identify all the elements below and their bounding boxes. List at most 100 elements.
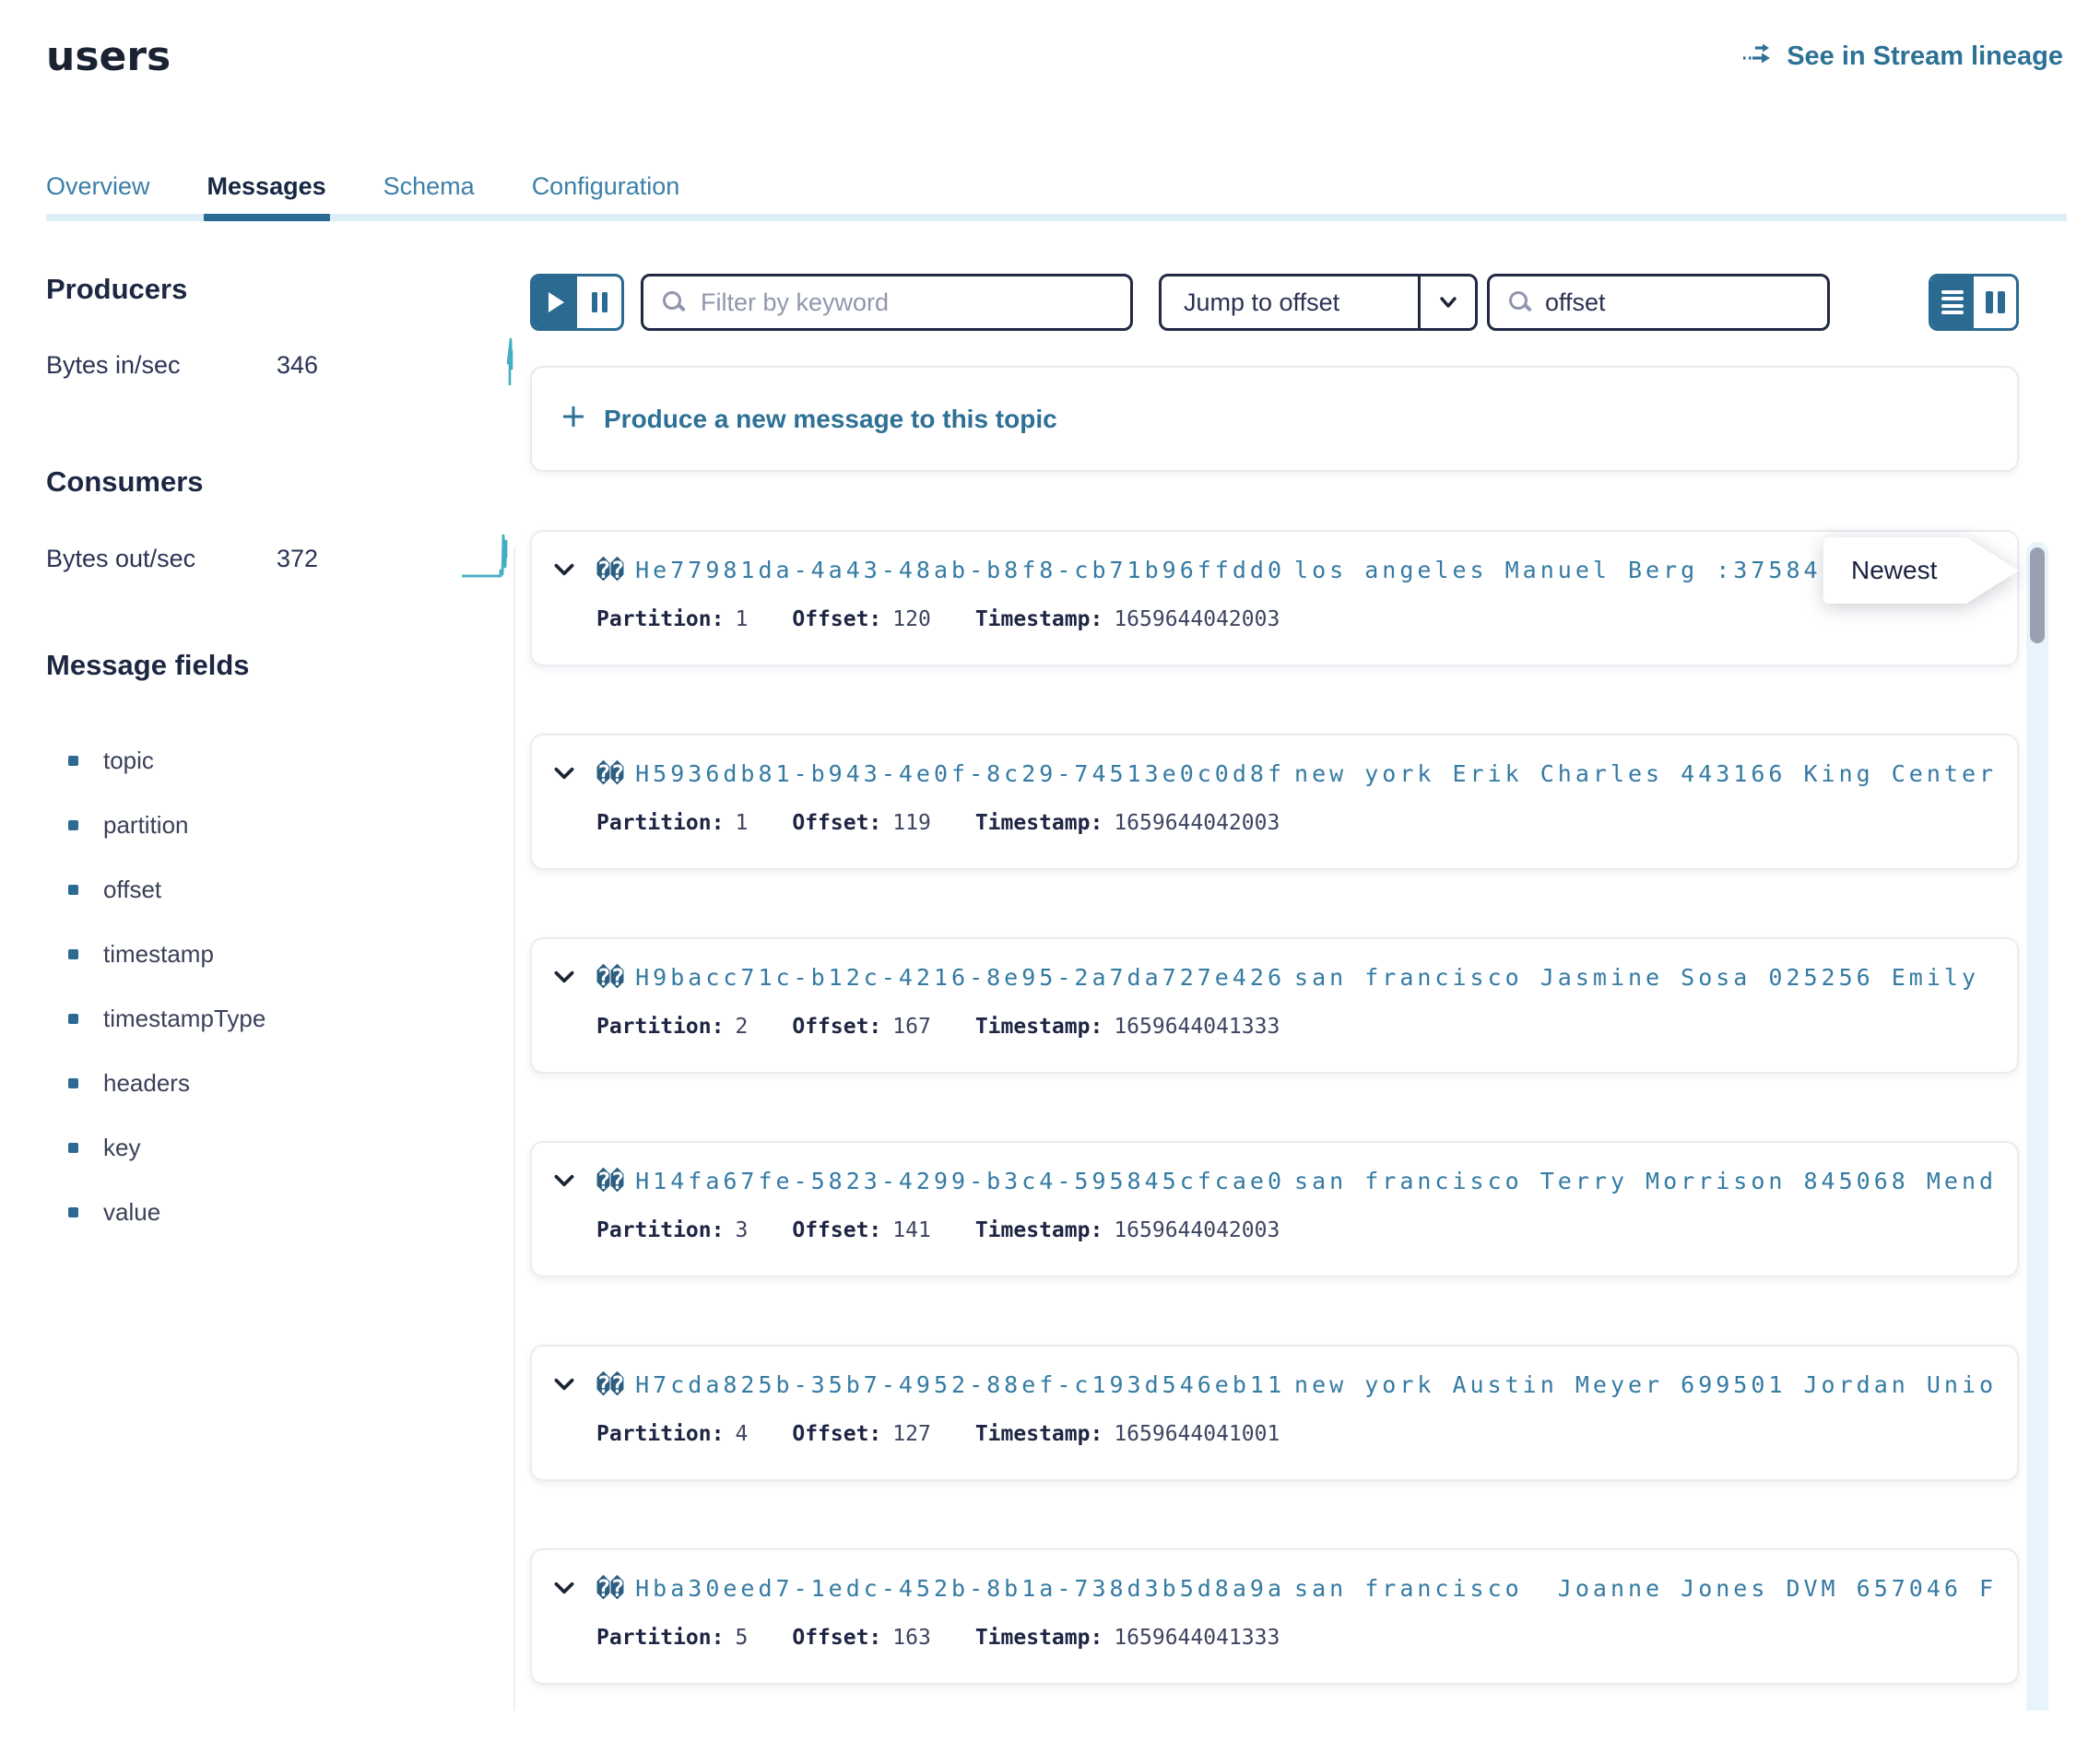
bytes-in-value: 346 — [277, 351, 318, 380]
timestamp-value: 1659644041001 — [1114, 1422, 1280, 1446]
message-row[interactable]: �� H14fa67fe-5823-4299-b3c4-595845cfcae0… — [530, 1141, 2019, 1277]
list-view-icon — [1941, 290, 1964, 315]
message-row[interactable]: �� H5936db81-b943-4e0f-8c29-74513e0c0d8f… — [530, 734, 2019, 870]
partition-value: 4 — [735, 1422, 748, 1446]
bytes-in-sparkline — [501, 337, 521, 394]
message-row[interactable]: �� Hba30eed7-1edc-452b-8b1a-738d3b5d8a9a… — [530, 1548, 2019, 1685]
message-summary: san francisco Jasmine Sosa 025256 Emily … — [1294, 964, 1995, 991]
bytes-out-label: Bytes out/sec — [46, 545, 277, 573]
list-view-button[interactable] — [1931, 276, 1974, 328]
field-item-topic[interactable]: topic — [46, 728, 521, 793]
bullet-icon — [68, 820, 78, 830]
offset-value: 163 — [892, 1626, 931, 1650]
chevron-down-icon[interactable] — [550, 964, 578, 990]
message-meta: Partition:1 Offset:119 Timestamp:1659644… — [596, 811, 1995, 835]
field-item-partition[interactable]: partition — [46, 793, 521, 857]
messages-toolbar: Jump to offset — [530, 274, 2019, 331]
chevron-down-icon[interactable] — [550, 1575, 578, 1601]
timestamp-value: 1659644041333 — [1114, 1015, 1280, 1039]
message-row[interactable]: �� H9bacc71c-b12c-4216-8e95-2a7da727e426… — [530, 937, 2019, 1074]
newest-tooltip: Newest — [1823, 537, 2019, 604]
message-list: �� He77981da-4a43-48ab-b8f8-cb71b96ffdd0… — [530, 530, 2019, 1685]
unknown-glyph: �� — [596, 557, 624, 583]
bullet-icon — [68, 885, 78, 895]
timestamp-value: 1659644042003 — [1114, 811, 1280, 835]
timestamp-value: 1659644041333 — [1114, 1626, 1280, 1650]
message-key: H9bacc71c-b12c-4216-8e95-2a7da727e426 — [635, 964, 1285, 991]
message-key: H7cda825b-35b7-4952-88ef-c193d546eb11 — [635, 1371, 1285, 1398]
message-key: He77981da-4a43-48ab-b8f8-cb71b96ffdd0 — [635, 557, 1285, 583]
bullet-icon — [68, 1078, 78, 1088]
search-icon — [1508, 290, 1532, 314]
unknown-glyph: �� — [596, 1168, 624, 1194]
field-item-timestamp[interactable]: timestamp — [46, 922, 521, 986]
stream-lineage-link[interactable]: See in Stream lineage — [1742, 41, 2063, 73]
play-icon — [549, 292, 564, 312]
chevron-down-icon[interactable] — [550, 1371, 578, 1397]
field-item-key[interactable]: key — [46, 1115, 521, 1180]
bullet-icon — [68, 1014, 78, 1024]
tab-overview[interactable]: Overview — [46, 172, 150, 201]
metrics-sidebar: Producers Bytes in/sec 346 Consumers Byt… — [0, 221, 530, 1244]
view-toggle-group — [1929, 274, 2019, 331]
tab-messages[interactable]: Messages — [207, 172, 326, 201]
bytes-in-label: Bytes in/sec — [46, 351, 277, 380]
jump-to-offset-value: Jump to offset — [1162, 288, 1418, 317]
topic-tabs: Overview Messages Schema Configuration — [46, 172, 2067, 221]
partition-value: 1 — [735, 811, 748, 835]
jump-to-offset-select[interactable]: Jump to offset — [1159, 274, 1478, 331]
timestamp-value: 1659644042003 — [1114, 607, 1280, 631]
column-view-button[interactable] — [1974, 276, 2016, 328]
partition-value: 5 — [735, 1626, 748, 1650]
messages-panel: Jump to offset — [530, 221, 2100, 1752]
bytes-in-metric: Bytes in/sec 346 — [46, 337, 521, 394]
field-item-timestampType[interactable]: timestampType — [46, 986, 521, 1051]
bytes-out-sparkline — [460, 530, 521, 588]
tab-configuration[interactable]: Configuration — [532, 172, 680, 201]
field-item-headers[interactable]: headers — [46, 1051, 521, 1115]
page-header: users See in Stream lineage — [0, 0, 2100, 80]
pause-button[interactable] — [577, 276, 621, 328]
bullet-icon — [68, 1143, 78, 1153]
dashed-arrow-icon — [1742, 41, 1774, 73]
unknown-glyph: �� — [596, 760, 624, 787]
filter-input[interactable] — [701, 288, 1112, 317]
message-row[interactable]: �� He77981da-4a43-48ab-b8f8-cb71b96ffdd0… — [530, 530, 2019, 666]
timestamp-value: 1659644042003 — [1114, 1218, 1280, 1242]
chevron-down-icon[interactable] — [550, 1168, 578, 1193]
message-fields-list: topic partition offset timestamp timesta… — [46, 728, 521, 1244]
unknown-glyph: �� — [596, 1575, 624, 1602]
unknown-glyph: �� — [596, 964, 624, 991]
chevron-down-icon[interactable] — [550, 557, 578, 582]
scrollbar-thumb[interactable] — [2030, 547, 2045, 643]
offset-value: 141 — [892, 1218, 931, 1242]
play-button[interactable] — [533, 276, 577, 328]
scrollbar-track[interactable] — [2026, 542, 2048, 1711]
offset-search-box — [1487, 274, 1830, 331]
message-meta: Partition:1 Offset:120 Timestamp:1659644… — [596, 607, 1995, 631]
message-summary: san francisco Joanne Jones DVM 657046 Fr… — [1294, 1575, 1995, 1602]
message-row[interactable]: �� H7cda825b-35b7-4952-88ef-c193d546eb11… — [530, 1345, 2019, 1481]
chevron-down-icon[interactable] — [550, 760, 578, 786]
partition-value: 1 — [735, 607, 748, 631]
produce-message-label: Produce a new message to this topic — [604, 405, 1057, 434]
field-item-value[interactable]: value — [46, 1180, 521, 1244]
produce-message-button[interactable]: Produce a new message to this topic — [530, 366, 2019, 472]
partition-value: 3 — [735, 1218, 748, 1242]
offset-value: 119 — [892, 811, 931, 835]
tab-schema[interactable]: Schema — [383, 172, 475, 201]
message-fields-heading: Message fields — [46, 649, 521, 682]
search-icon — [662, 290, 686, 314]
pause-icon — [592, 292, 608, 312]
offset-search-input[interactable] — [1545, 288, 1809, 317]
unknown-glyph: �� — [596, 1371, 624, 1398]
column-view-icon — [1986, 291, 2005, 313]
bullet-icon — [68, 949, 78, 959]
field-item-offset[interactable]: offset — [46, 857, 521, 922]
bytes-out-value: 372 — [277, 545, 318, 573]
message-key: Hba30eed7-1edc-452b-8b1a-738d3b5d8a9a — [635, 1575, 1285, 1602]
plus-icon — [560, 403, 587, 435]
offset-value: 167 — [892, 1015, 931, 1039]
offset-value: 120 — [892, 607, 931, 631]
offset-value: 127 — [892, 1422, 931, 1446]
